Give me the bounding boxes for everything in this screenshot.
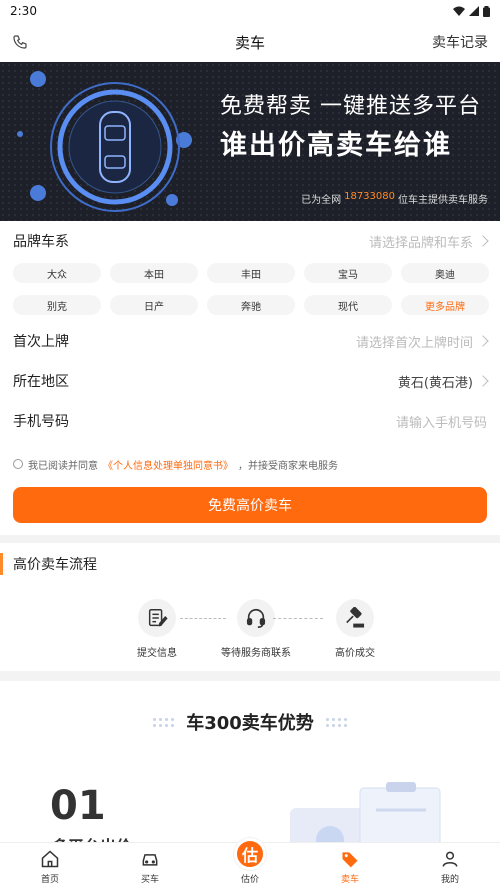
banner-stats-number: 18733080: [344, 191, 395, 202]
chevron-right-icon: [477, 335, 489, 347]
brand-chip[interactable]: 丰田: [207, 263, 295, 283]
phone-input[interactable]: 请输入手机号码: [396, 412, 487, 431]
phone-label: 手机号码: [13, 414, 69, 430]
sell-records-link[interactable]: 卖车记录: [432, 32, 488, 52]
step-label: 等待服务商联系: [221, 648, 291, 659]
first-registration-label: 首次上牌: [13, 334, 69, 350]
chevron-right-icon: [477, 375, 489, 387]
brand-chip[interactable]: 奥迪: [401, 263, 489, 283]
status-time: 2:30: [10, 4, 37, 18]
brand-chip[interactable]: 日产: [110, 295, 198, 315]
first-registration-value: 请选择首次上牌时间: [355, 332, 489, 351]
user-icon: [442, 851, 458, 867]
step-connector: [273, 618, 323, 619]
brand-series-value: 请选择品牌和车系: [368, 232, 489, 251]
banner-stats: 已为全网 18733080 位车主提供卖车服务: [301, 191, 488, 206]
process-step: 高价成交: [320, 599, 390, 659]
brand-chip[interactable]: 现代: [304, 295, 392, 315]
submit-sell-button[interactable]: 免费高价卖车: [13, 487, 487, 523]
tab-profile[interactable]: 我的: [420, 849, 480, 885]
tab-label: 估价: [240, 875, 259, 885]
agreement-radio[interactable]: [13, 459, 23, 469]
process-step: 提交信息: [122, 599, 192, 659]
more-brands-chip[interactable]: 更多品牌: [401, 295, 489, 315]
phone-icon: [13, 35, 27, 49]
tab-label: 我的: [440, 875, 459, 885]
agreement-prefix: 我已阅读并同意: [28, 460, 98, 472]
first-registration-placeholder: 请选择首次上牌时间: [355, 335, 473, 351]
banner-stats-suffix: 位车主提供卖车服务: [398, 195, 488, 206]
agreement-checkbox-row[interactable]: 我已阅读并同意 《个人信息处理单独同意书》 ，并接受商家来电服务: [0, 449, 500, 479]
tab-home[interactable]: 首页: [20, 849, 80, 885]
status-icons: [453, 5, 490, 17]
page-title: 卖车: [234, 33, 265, 52]
region-value-text: 黄石(黄石港): [397, 375, 473, 391]
phone-field[interactable]: 手机号码 请输入手机号码: [0, 401, 500, 441]
chevron-right-icon: [477, 235, 489, 247]
region-selector[interactable]: 所在地区 黄石(黄石港): [0, 361, 500, 401]
step-label: 高价成交: [335, 648, 375, 659]
promo-banner[interactable]: 免费帮卖 一键推送多平台 谁出价高卖车给谁 已为全网 18733080 位车主提…: [0, 62, 500, 221]
headset-icon: [246, 608, 266, 628]
phone-button[interactable]: [12, 34, 28, 50]
car-radar-illustration: [17, 71, 192, 212]
car-icon: [142, 854, 158, 866]
tab-label: 首页: [40, 875, 59, 885]
tab-valuation[interactable]: 估 估价: [220, 838, 280, 885]
advantages-title: 车300卖车优势: [186, 713, 314, 734]
tab-sell-car[interactable]: 卖车: [320, 849, 380, 885]
brand-chip[interactable]: 大众: [13, 263, 101, 283]
tab-buy-car[interactable]: 买车: [120, 849, 180, 885]
bottom-tab-bar: 首页 买车 估 估价 卖车 我的: [0, 838, 500, 888]
brand-series-selector[interactable]: 品牌车系 请选择品牌和车系: [0, 221, 500, 261]
step-connector: [180, 618, 226, 619]
brand-chip-grid: 大众 本田 丰田 宝马 奥迪 别克 日产 奔驰 现代 更多品牌: [0, 261, 500, 321]
gavel-icon: [346, 607, 365, 628]
tag-icon: [342, 852, 358, 868]
brand-chip[interactable]: 别克: [13, 295, 101, 315]
step-icon-circle: [336, 599, 374, 637]
nav-bar: 卖车 卖车记录: [0, 22, 500, 62]
decorative-dots-right: [325, 717, 347, 727]
tab-label: 买车: [140, 875, 159, 885]
brand-series-label: 品牌车系: [13, 234, 69, 250]
document-edit-icon: [148, 609, 168, 627]
banner-headline: 免费帮卖 一键推送多平台: [220, 94, 481, 119]
process-step: 等待服务商联系: [221, 599, 291, 659]
process-steps: 提交信息 等待服务商联系 高价成交: [0, 585, 500, 671]
advantage-number: 01: [50, 783, 106, 829]
decorative-dots-left: [153, 717, 175, 727]
process-section-title: 高价卖车流程: [0, 543, 500, 585]
section-divider: [0, 671, 500, 681]
brand-chip[interactable]: 宝马: [304, 263, 392, 283]
region-label: 所在地区: [13, 374, 69, 390]
tab-label: 卖车: [340, 875, 359, 885]
home-icon: [41, 850, 59, 868]
first-registration-selector[interactable]: 首次上牌 请选择首次上牌时间: [0, 321, 500, 361]
brand-chip[interactable]: 本田: [110, 263, 198, 283]
valuation-badge: 估: [234, 838, 266, 870]
region-value: 黄石(黄石港): [397, 372, 489, 391]
brand-chip[interactable]: 奔驰: [207, 295, 295, 315]
agreement-suffix: ，并接受商家来电服务: [238, 460, 338, 472]
advantages-heading: 车300卖车优势: [0, 709, 500, 735]
status-bar: 2:30: [0, 0, 500, 22]
section-divider: [0, 535, 500, 543]
banner-slogan: 谁出价高卖车给谁: [220, 130, 452, 161]
step-label: 提交信息: [137, 648, 177, 659]
wifi-icon: [453, 6, 465, 16]
step-icon-circle: [237, 599, 275, 637]
clipboard-illustration: [290, 782, 441, 850]
banner-stats-prefix: 已为全网: [301, 195, 342, 206]
consent-document-link[interactable]: 《个人信息处理单独同意书》: [103, 457, 233, 472]
brand-series-placeholder: 请选择品牌和车系: [368, 235, 473, 251]
sell-car-page: 2:30 卖车 卖车记录 免费帮卖 一键推送多平台 谁出价高卖车给谁 已为全网 …: [0, 0, 500, 888]
battery-icon: [483, 5, 490, 17]
signal-icon: [469, 6, 479, 16]
step-icon-circle: [138, 599, 176, 637]
